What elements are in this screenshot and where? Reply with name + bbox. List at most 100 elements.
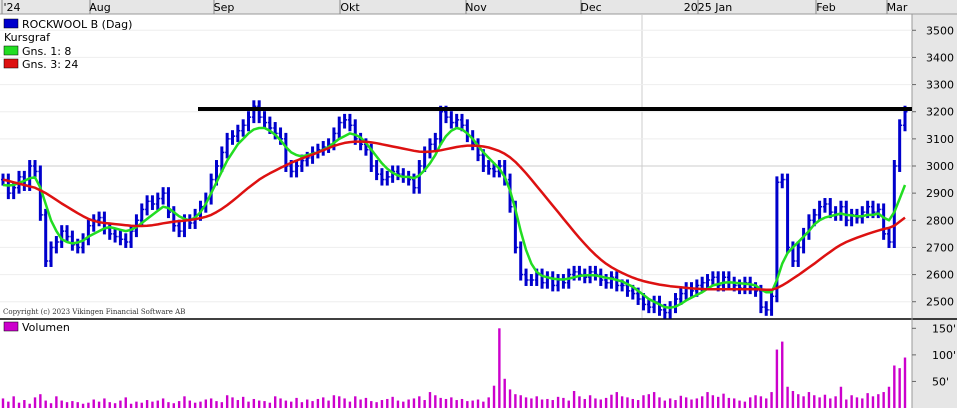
volume-bar [65, 402, 69, 408]
volume-bar [423, 400, 426, 408]
volume-bar [33, 397, 37, 408]
volume-bar [332, 395, 336, 408]
volume-bar [786, 386, 789, 408]
volume-bar [284, 400, 288, 408]
volume-bar [193, 402, 197, 408]
x-tick-label: Dec [580, 1, 601, 14]
volume-bar [711, 395, 715, 408]
volume-bar [615, 392, 618, 408]
volume-bar [503, 378, 506, 408]
volume-bar [268, 402, 272, 408]
volume-bar [354, 396, 357, 408]
volume-y-tick-label: 150' [932, 322, 956, 335]
volume-bar [199, 401, 202, 408]
volume-bar [167, 402, 170, 408]
volume-bar [295, 397, 298, 408]
volume-bar [754, 395, 757, 408]
volume-bar [823, 394, 827, 408]
volume-bar [514, 394, 517, 408]
volume-bar [802, 396, 805, 408]
volume-bar [791, 391, 795, 408]
volume-bar [140, 402, 143, 408]
x-tick-label: Aug [89, 1, 110, 14]
volume-bar [588, 395, 592, 408]
volume-bar [482, 401, 485, 408]
volume-bar [631, 398, 634, 408]
x-tick-label: Feb [816, 1, 835, 14]
volume-bar [231, 397, 234, 408]
volume-bar [610, 394, 613, 408]
volume-bar [492, 385, 496, 408]
volume-bar [839, 386, 843, 408]
y-tick-label: 3200 [926, 106, 954, 119]
volume-bar [322, 397, 325, 408]
volume-bar [257, 400, 261, 408]
volume-bar [7, 401, 10, 408]
volume-bar [604, 397, 608, 408]
x-tick-label: Mar [887, 1, 908, 14]
volume-bar [209, 398, 213, 408]
volume-bar [316, 398, 320, 408]
volume-bar [327, 400, 330, 408]
volume-bar [348, 401, 352, 408]
volume-bar [418, 396, 421, 408]
volume-bar [684, 397, 688, 408]
volume-bar [119, 400, 122, 408]
volume-bar [428, 392, 432, 408]
volume-bar [642, 395, 645, 408]
legend-label-ma24: Gns. 3: 24 [22, 58, 78, 71]
y-tick-label: 3100 [926, 133, 954, 146]
volume-bar [877, 394, 880, 408]
volume-bar [738, 400, 741, 408]
volume-bar [402, 401, 405, 408]
volume-bar [668, 398, 672, 408]
volume-bar [97, 401, 101, 408]
volume-bar [690, 399, 693, 408]
volume-bar [455, 400, 458, 408]
volume-bar [215, 401, 218, 408]
volume-bar [172, 403, 175, 408]
legend-swatch-ma24 [3, 58, 19, 69]
volume-bar [583, 398, 586, 408]
x-tick-label: '24 [3, 1, 20, 14]
volume-bar [60, 400, 63, 408]
volume-bar [871, 396, 875, 408]
volume-bar [151, 401, 154, 408]
volume-bar [562, 397, 565, 408]
volume-bar [898, 368, 901, 408]
volume-bar [71, 401, 74, 408]
legend-label-kursgraf: Kursgraf [4, 31, 51, 44]
volume-bar [434, 395, 437, 408]
volume-bar [594, 398, 597, 408]
x-tick-label: Okt [340, 1, 360, 14]
volume-bar [135, 401, 138, 408]
volume-bar [572, 391, 576, 408]
volume-bar [113, 403, 117, 408]
volume-bar [145, 400, 149, 408]
volume-bar [12, 396, 15, 408]
legend-label-ma8: Gns. 1: 8 [22, 45, 71, 58]
volume-bar [391, 396, 394, 408]
volume-bar [236, 400, 240, 408]
volume-bar [733, 398, 736, 408]
volume-bar [530, 398, 533, 408]
volume-bar [834, 396, 837, 408]
volume-bar [220, 402, 224, 408]
stock-chart: '24 Aug Sep Okt Nov Dec 2025 Jan Feb Mar 3500 340… [0, 0, 957, 410]
volume-bar [765, 398, 768, 408]
volume-bar [695, 398, 699, 408]
volume-bar [279, 398, 282, 408]
volume-bar [161, 398, 165, 408]
volume-bar [290, 401, 293, 408]
volume-bar [386, 398, 389, 408]
volume-bar [129, 403, 133, 408]
volume-bar [882, 392, 885, 408]
volume-bar [546, 398, 549, 408]
copyright-text: Copyright (c) 2023 Vikingen Financial So… [3, 308, 185, 316]
volume-bar [225, 395, 229, 408]
volume-bar [861, 398, 864, 408]
volume-bar [866, 393, 869, 408]
volume-bar [188, 400, 192, 408]
volume-bar [471, 400, 474, 408]
volume-bar [364, 397, 368, 408]
